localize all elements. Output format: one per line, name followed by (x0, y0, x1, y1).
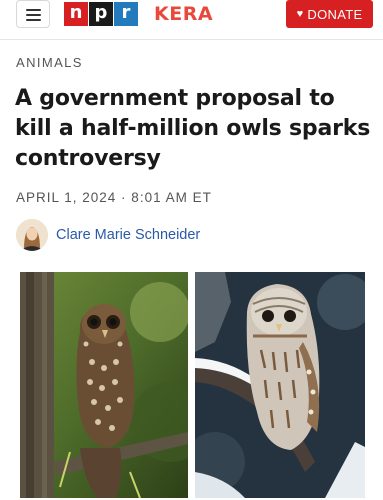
author-avatar[interactable] (16, 219, 48, 251)
barred-owl-photo (195, 272, 365, 498)
donate-label: DONATE (307, 6, 363, 22)
menu-icon (26, 9, 41, 11)
spotted-owl-photo (20, 272, 188, 498)
menu-button[interactable] (16, 0, 50, 28)
npr-logo[interactable]: n p r (64, 2, 139, 26)
station-logo[interactable]: KERA (154, 3, 213, 25)
author-name[interactable]: Clare Marie Schneider (56, 227, 200, 243)
section-label[interactable]: ANIMALS (16, 55, 83, 70)
npr-logo-r: r (114, 2, 138, 26)
article-headline: A government proposal to kill a half-mil… (15, 86, 371, 171)
heart-icon: ♥ (296, 8, 304, 20)
publish-date: APRIL 1, 2024 · 8:01 AM ET (16, 190, 212, 205)
npr-logo-p: p (89, 2, 113, 26)
npr-logo-n: n (64, 2, 88, 26)
donate-button[interactable]: ♥ DONATE (286, 0, 373, 28)
menu-icon-line (26, 14, 41, 16)
top-navigation-bar: n p r KERA ♥ DONATE (0, 0, 383, 40)
menu-icon-line (26, 19, 41, 21)
